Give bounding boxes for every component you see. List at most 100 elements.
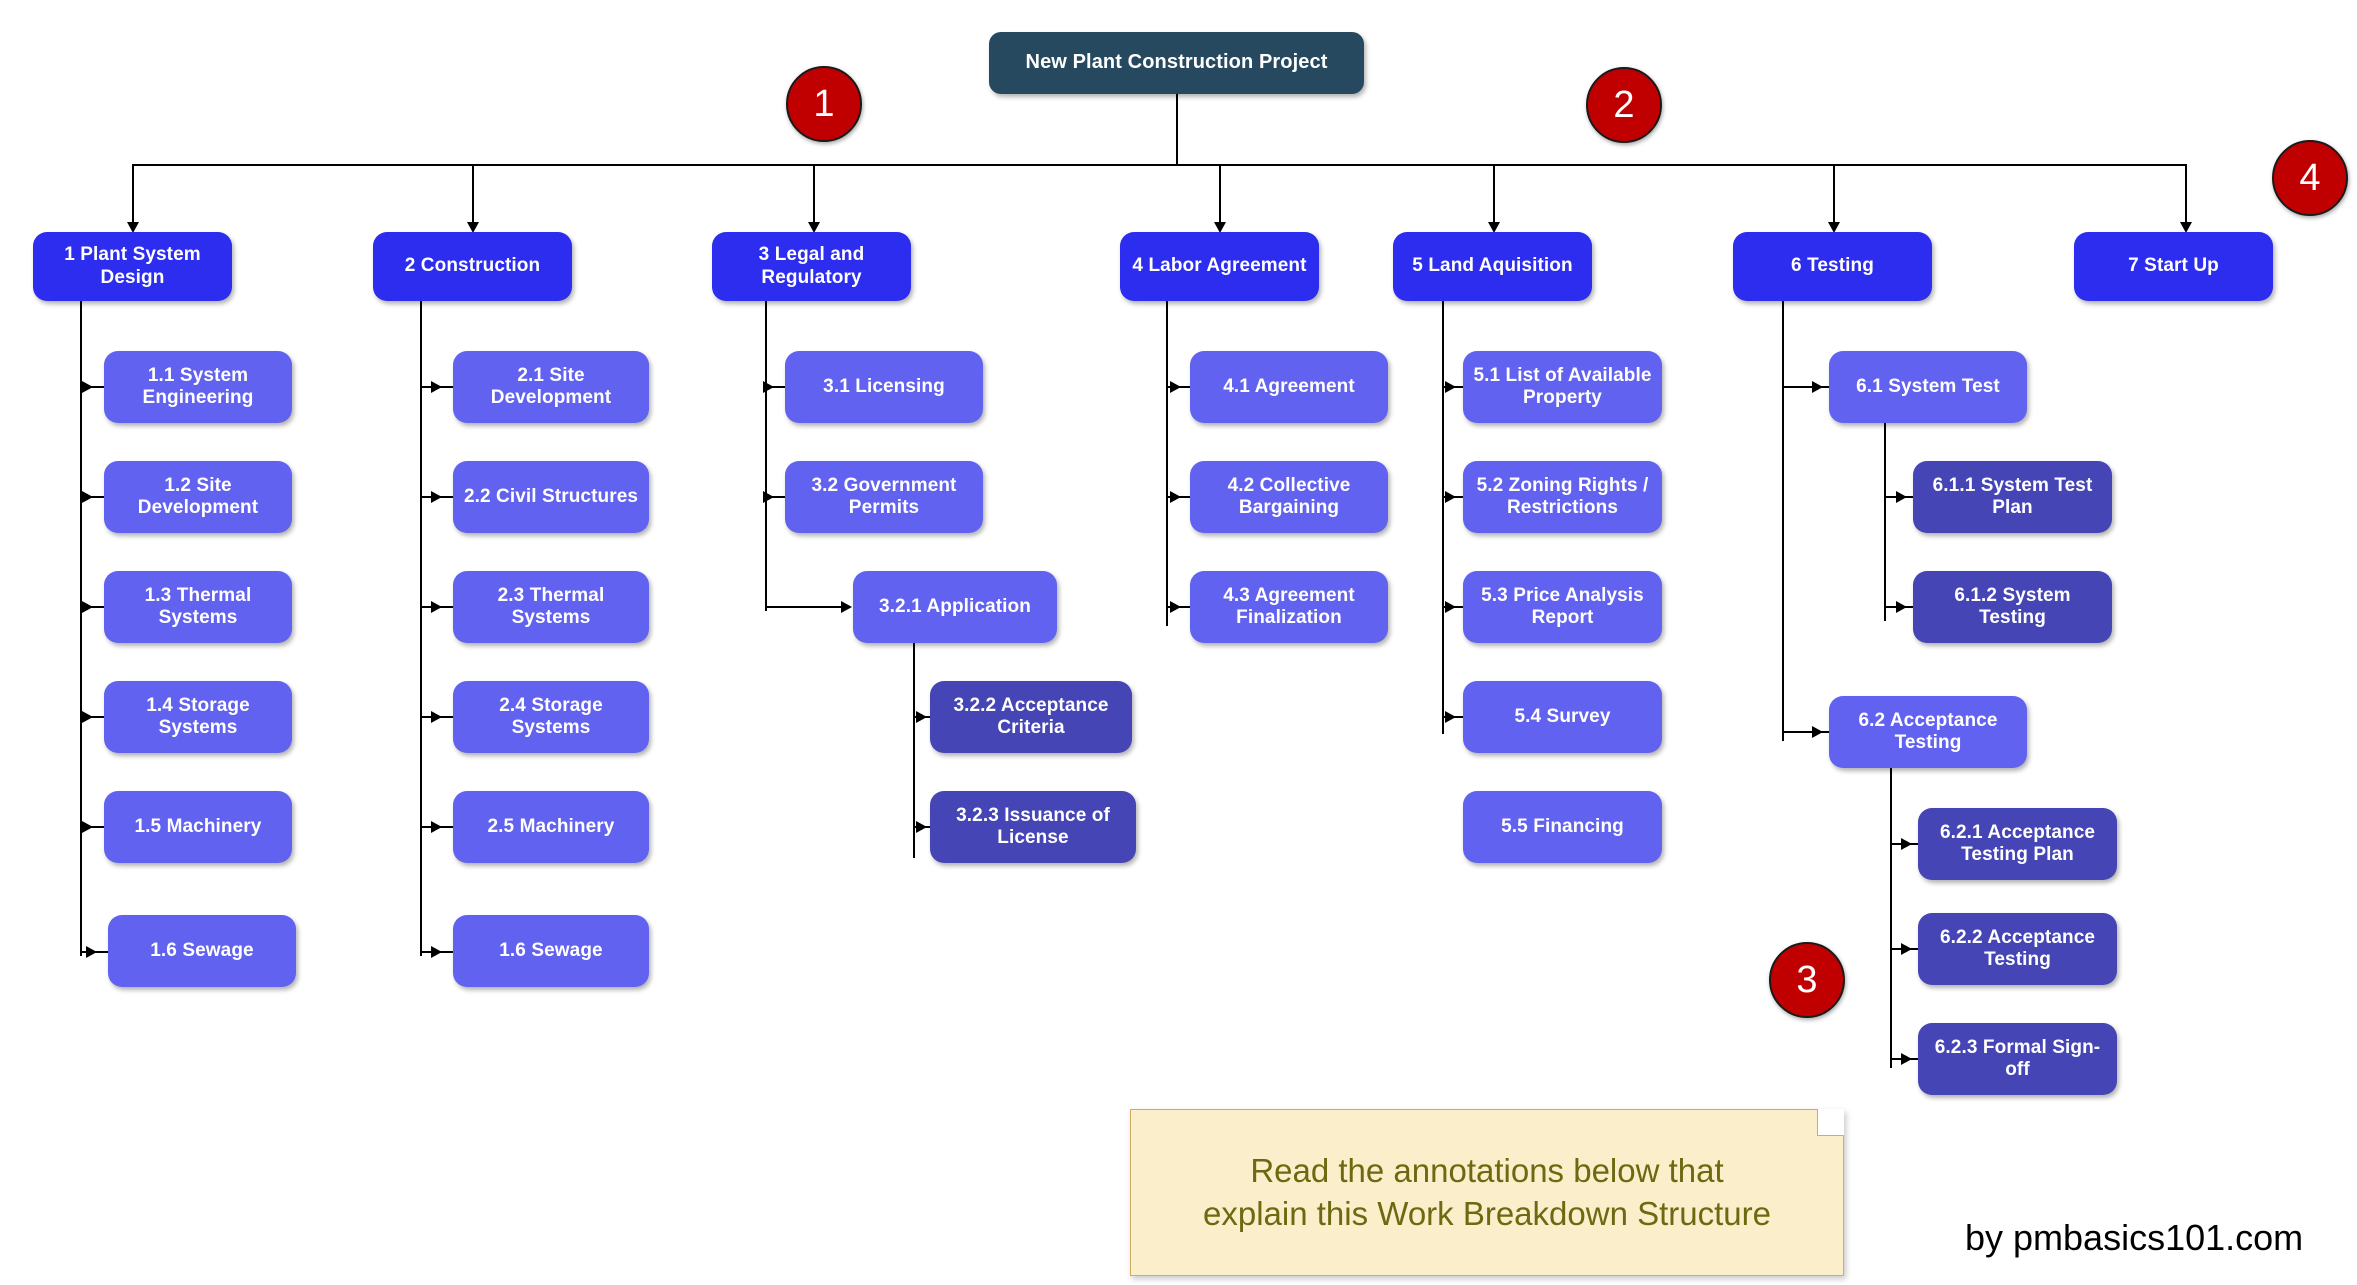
connector-c3-23 (913, 826, 930, 828)
connector-c6-2 (1782, 731, 1829, 733)
connector-drop-c5 (1493, 164, 1495, 226)
connector-root-stem (1176, 94, 1178, 165)
wbs-node-1-3[interactable]: 1.3 Thermal Systems (104, 571, 292, 643)
connector-drop-c3 (813, 164, 815, 226)
connector-c1-4 (80, 716, 104, 718)
connector-drop-c4 (1219, 164, 1221, 226)
wbs-node-2-4[interactable]: 2.4 Storage Systems (453, 681, 649, 753)
wbs-node-7[interactable]: 7 Start Up (2074, 232, 2273, 301)
wbs-node-4-2[interactable]: 4.2 Collective Bargaining (1190, 461, 1388, 533)
connector-spine-c4 (1166, 301, 1168, 626)
connector-c4-1 (1166, 386, 1190, 388)
wbs-node-6-2-3[interactable]: 6.2.3 Formal Sign-off (1918, 1023, 2117, 1095)
wbs-diagram-canvas: New Plant Construction Project 1 Plant S… (0, 0, 2357, 1285)
footer-credit: by pmbasics101.com (1965, 1217, 2304, 1258)
wbs-node-1-5[interactable]: 1.5 Machinery (104, 791, 292, 863)
connector-drop-c2 (472, 164, 474, 226)
wbs-node-3-2-1[interactable]: 3.2.1 Application (853, 571, 1057, 643)
note-fold-corner (1817, 1109, 1844, 1136)
wbs-node-2-3[interactable]: 2.3 Thermal Systems (453, 571, 649, 643)
wbs-node-2-6[interactable]: 1.6 Sewage (453, 915, 649, 987)
connector-c5-2 (1442, 496, 1463, 498)
wbs-node-5[interactable]: 5 Land Aquisition (1393, 232, 1592, 301)
wbs-node-5-5[interactable]: 5.5 Financing (1463, 791, 1662, 863)
wbs-node-3-2-3[interactable]: 3.2.3 Issuance of License (930, 791, 1136, 863)
connector-c2-2 (420, 496, 453, 498)
connector-c2-5 (420, 826, 453, 828)
note-text: Read the annotations below that explain … (1189, 1150, 1785, 1236)
wbs-node-3[interactable]: 3 Legal and Regulatory (712, 232, 911, 301)
connector-c1-6 (80, 951, 108, 953)
connector-drop-c1 (132, 164, 134, 226)
connector-c6-11 (1884, 496, 1913, 498)
annotation-badge-1[interactable]: 1 (786, 66, 862, 142)
wbs-node-2-1[interactable]: 2.1 Site Development (453, 351, 649, 423)
connector-c1-2 (80, 496, 104, 498)
wbs-node-3-1[interactable]: 3.1 Licensing (785, 351, 983, 423)
wbs-node-1-1[interactable]: 1.1 System Engineering (104, 351, 292, 423)
connector-spine-c3 (765, 301, 767, 611)
wbs-node-2-2[interactable]: 2.2 Civil Structures (453, 461, 649, 533)
connector-c6-22 (1890, 948, 1918, 950)
connector-c1-5 (80, 826, 104, 828)
connector-spine-c5 (1442, 301, 1444, 734)
connector-spine-c2 (420, 301, 422, 956)
connector-c5-4 (1442, 716, 1463, 718)
connector-c2-3 (420, 606, 453, 608)
connector-spine-c6-62 (1890, 768, 1892, 1068)
wbs-node-6-1-2[interactable]: 6.1.2 System Testing (1913, 571, 2112, 643)
connector-c3-21 (765, 606, 841, 608)
connector-drop-c6 (1833, 164, 1835, 226)
wbs-node-2-5[interactable]: 2.5 Machinery (453, 791, 649, 863)
connector-c3-22 (913, 716, 930, 718)
wbs-node-2[interactable]: 2 Construction (373, 232, 572, 301)
wbs-node-3-2[interactable]: 3.2 Government Permits (785, 461, 983, 533)
wbs-node-root[interactable]: New Plant Construction Project (989, 32, 1364, 94)
connector-c2-4 (420, 716, 453, 718)
connector-c2-1 (420, 386, 453, 388)
connector-c5-1 (1442, 386, 1463, 388)
wbs-node-1[interactable]: 1 Plant System Design (33, 232, 232, 301)
wbs-node-6-2-2[interactable]: 6.2.2 Acceptance Testing (1918, 913, 2117, 985)
wbs-node-1-6[interactable]: 1.6 Sewage (108, 915, 296, 987)
annotation-badge-2[interactable]: 2 (1586, 67, 1662, 143)
wbs-node-6-2[interactable]: 6.2 Acceptance Testing (1829, 696, 2027, 768)
connector-c6-23 (1890, 1058, 1918, 1060)
connector-c2-6 (420, 951, 453, 953)
connector-drop-c7 (2185, 164, 2187, 226)
connector-c3-2 (765, 496, 785, 498)
connector-spine-c6 (1782, 301, 1784, 741)
connector-c4-3 (1166, 606, 1190, 608)
wbs-node-4-3[interactable]: 4.3 Agreement Finalization (1190, 571, 1388, 643)
wbs-node-4[interactable]: 4 Labor Agreement (1120, 232, 1319, 301)
connector-c1-1 (80, 386, 104, 388)
wbs-node-5-2[interactable]: 5.2 Zoning Rights / Restrictions (1463, 461, 1662, 533)
wbs-node-5-3[interactable]: 5.3 Price Analysis Report (1463, 571, 1662, 643)
connector-spine-c1 (80, 301, 82, 956)
connector-c5-3 (1442, 606, 1463, 608)
wbs-node-6-2-1[interactable]: 6.2.1 Acceptance Testing Plan (1918, 808, 2117, 880)
note-line-2: explain this Work Breakdown Structure (1203, 1194, 1771, 1232)
connector-level1-bus (133, 164, 2186, 166)
wbs-node-6-1-1[interactable]: 6.1.1 System Test Plan (1913, 461, 2112, 533)
connector-spine-c6-61 (1884, 423, 1886, 621)
wbs-node-6-1[interactable]: 6.1 System Test (1829, 351, 2027, 423)
wbs-node-1-2[interactable]: 1.2 Site Development (104, 461, 292, 533)
annotation-badge-3[interactable]: 3 (1769, 942, 1845, 1018)
connector-c3-1 (765, 386, 785, 388)
arrow-c3-21 (841, 601, 852, 613)
connector-c4-2 (1166, 496, 1190, 498)
connector-c6-12 (1884, 606, 1913, 608)
note-line-1: Read the annotations below that (1250, 1151, 1724, 1189)
connector-c6-1 (1782, 386, 1829, 388)
annotation-badge-4[interactable]: 4 (2272, 140, 2348, 216)
wbs-node-5-1[interactable]: 5.1 List of Available Property (1463, 351, 1662, 423)
wbs-node-6[interactable]: 6 Testing (1733, 232, 1932, 301)
wbs-node-1-4[interactable]: 1.4 Storage Systems (104, 681, 292, 753)
wbs-node-4-1[interactable]: 4.1 Agreement (1190, 351, 1388, 423)
wbs-node-5-4[interactable]: 5.4 Survey (1463, 681, 1662, 753)
wbs-node-3-2-2[interactable]: 3.2.2 Acceptance Criteria (930, 681, 1132, 753)
connector-c6-21 (1890, 843, 1918, 845)
sticky-note: Read the annotations below that explain … (1130, 1109, 1844, 1276)
connector-c1-3 (80, 606, 104, 608)
